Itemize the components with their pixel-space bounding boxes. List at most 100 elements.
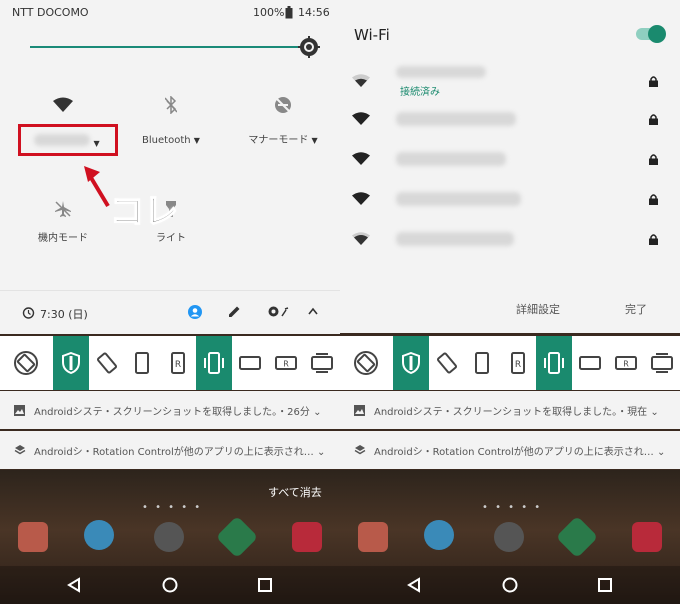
clock: 14:56 (298, 6, 330, 19)
app-icon[interactable] (555, 515, 599, 559)
portrait-icon (135, 352, 149, 374)
app-icon[interactable] (424, 520, 454, 550)
annotation-label: コレ (109, 191, 179, 233)
svg-text:R: R (623, 360, 629, 369)
home-icon[interactable] (502, 577, 518, 593)
svg-text:R: R (175, 360, 181, 370)
lock-icon (649, 76, 658, 87)
wifi-signal-icon (352, 192, 370, 205)
wifi-signal-icon (352, 74, 370, 87)
app-drawer-icon[interactable] (494, 522, 524, 552)
rotation-sensor-button[interactable] (89, 336, 125, 390)
left-screen: NTT DOCOMO 100% 14:56 ▼ Bluetooth ▼ マナーモ… (0, 0, 340, 604)
alarm-time[interactable]: 7:30 (日) (40, 306, 88, 322)
wifi-signal-icon (352, 232, 370, 245)
brightness-icon[interactable] (298, 36, 320, 58)
lock-icon (649, 234, 658, 245)
detail-settings-button[interactable]: 詳細設定 (516, 301, 560, 317)
rotation-auto-button[interactable] (348, 336, 384, 390)
red-arrow (84, 166, 110, 208)
user-icon[interactable] (188, 305, 202, 319)
quick-settings-panel: NTT DOCOMO 100% 14:56 ▼ Bluetooth ▼ マナーモ… (0, 0, 340, 334)
shield-icon (62, 352, 80, 374)
notification-rotation[interactable]: Androidシ・Rotation Controlが他のアプリの上に表示され… … (0, 431, 340, 469)
back-icon[interactable] (66, 577, 82, 593)
chevron-up-icon[interactable] (308, 307, 318, 315)
recents-icon[interactable] (258, 578, 272, 592)
app-icon[interactable] (358, 522, 388, 552)
wifi-network[interactable] (340, 182, 680, 222)
app-icon[interactable] (632, 522, 662, 552)
rotate-disable-icon (354, 351, 378, 375)
done-button[interactable]: 完了 (625, 301, 647, 317)
rotation-portrait-button[interactable] (124, 336, 160, 390)
brightness-slider[interactable] (30, 46, 308, 48)
tile-do-not-disturb[interactable]: マナーモード ▼ (228, 92, 338, 148)
rotation-sensor-button[interactable] (429, 336, 465, 390)
app-icon[interactable] (18, 522, 48, 552)
notification-screenshot[interactable]: Androidシステ・スクリーンショットを取得しました。・26分 ⌄ (0, 391, 340, 429)
portrait-icon (475, 352, 489, 374)
page-indicator: • • • • • (482, 502, 543, 513)
wifi-signal-icon (352, 152, 370, 165)
notification-screenshot[interactable]: Androidシステ・スクリーンショットを取得しました。・現在 ⌄ (340, 391, 680, 429)
rotation-landscape-sensor-button[interactable] (644, 336, 680, 390)
airplane-icon (55, 201, 71, 217)
shield-icon (402, 352, 420, 374)
home-icon[interactable] (162, 577, 178, 593)
back-icon[interactable] (406, 577, 422, 593)
wifi-network[interactable] (340, 102, 680, 142)
vibrate-phone-icon (544, 352, 564, 374)
app-icon[interactable] (215, 515, 259, 559)
rotation-reverse-portrait-button[interactable]: R (500, 336, 536, 390)
app-icon[interactable] (292, 522, 322, 552)
landscape-sensor-icon (311, 353, 333, 373)
rotation-landscape-button[interactable] (232, 336, 268, 390)
highlight-box (18, 124, 118, 156)
rotation-auto-button[interactable] (8, 336, 44, 390)
layers-icon (14, 445, 26, 455)
reverse-portrait-icon: R (511, 352, 525, 374)
rotation-full-sensor-button[interactable] (196, 336, 232, 390)
wifi-panel: Wi-Fi 接続済み 詳細設定 完了 (340, 0, 680, 333)
wifi-network[interactable] (340, 142, 680, 182)
app-drawer-icon[interactable] (154, 522, 184, 552)
wifi-network-connected[interactable]: 接続済み (340, 64, 680, 104)
rotation-landscape-button[interactable] (572, 336, 608, 390)
notification-rotation[interactable]: Androidシ・Rotation Controlが他のアプリの上に表示され… … (340, 431, 680, 469)
rotation-portrait-button[interactable] (464, 336, 500, 390)
edit-icon[interactable] (228, 305, 241, 318)
rotation-reverse-portrait-button[interactable]: R (160, 336, 196, 390)
wifi-network[interactable] (340, 222, 680, 262)
clear-all-button[interactable]: すべて消去 (268, 484, 322, 500)
vibrate-phone-icon (204, 352, 224, 374)
rotation-landscape-sensor-button[interactable] (304, 336, 340, 390)
navigation-bar (340, 566, 680, 604)
notification-text: Androidシ・Rotation Controlが他のアプリの上に表示され… … (34, 446, 326, 458)
lock-icon (649, 194, 658, 205)
rotation-full-sensor-button[interactable] (536, 336, 572, 390)
settings-icon[interactable] (267, 305, 289, 318)
tile-bluetooth[interactable]: Bluetooth ▼ (116, 92, 226, 148)
rotation-shield-button[interactable] (393, 336, 429, 390)
rotation-reverse-landscape-button[interactable]: R (268, 336, 304, 390)
reverse-portrait-icon: R (171, 352, 185, 374)
landscape-icon (579, 356, 601, 370)
rotation-reverse-landscape-button[interactable]: R (608, 336, 644, 390)
app-icon[interactable] (84, 520, 114, 550)
recents-icon[interactable] (598, 578, 612, 592)
navigation-bar (0, 566, 340, 604)
image-icon (354, 404, 365, 416)
right-screen: Wi-Fi 接続済み 詳細設定 完了 R R Androidシステ・スクリーンシ… (340, 0, 680, 604)
notification-text: Androidシステ・スクリーンショットを取得しました。・26分 ⌄ (34, 406, 322, 418)
home-wallpaper: • • • • • (340, 470, 680, 604)
screen-rotation-icon (436, 352, 458, 374)
rotation-shield-button[interactable] (53, 336, 89, 390)
alarm-icon (22, 307, 35, 319)
tile-label: ライト (156, 233, 186, 244)
lock-icon (649, 154, 658, 165)
landscape-sensor-icon (651, 353, 673, 373)
wifi-toggle[interactable] (636, 25, 666, 43)
notification-text: Androidシステ・スクリーンショットを取得しました。・現在 ⌄ (374, 406, 659, 418)
rotate-disable-icon (14, 351, 38, 375)
